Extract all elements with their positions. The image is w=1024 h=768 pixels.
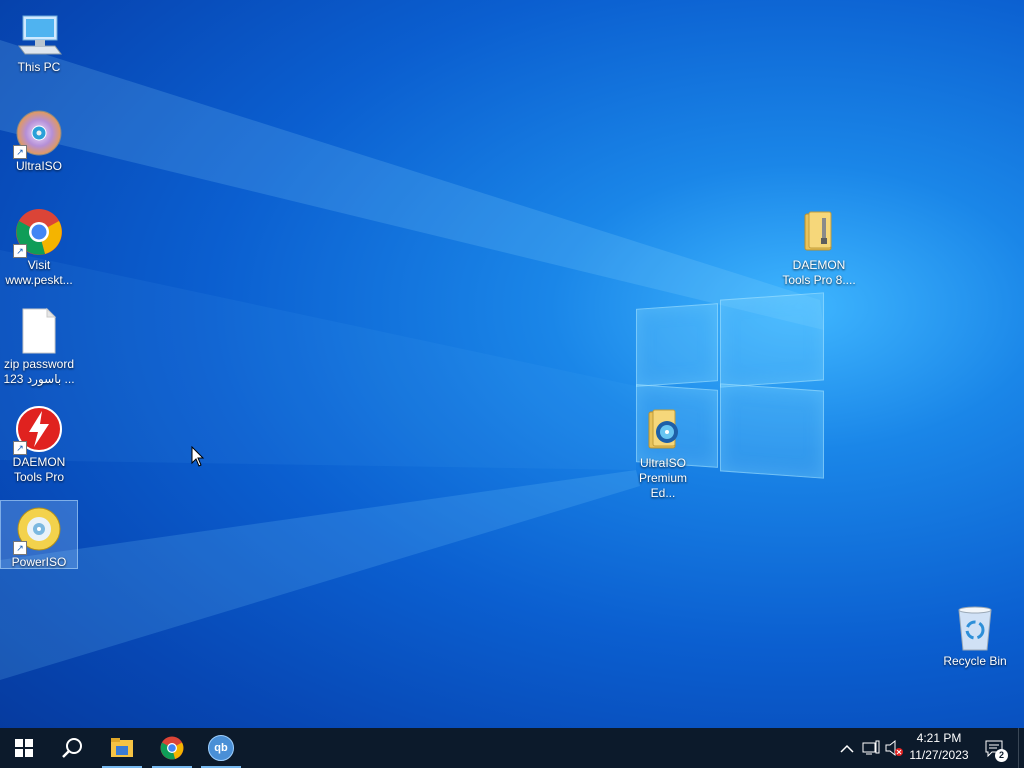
show-desktop-button[interactable]	[1018, 728, 1024, 768]
search-button[interactable]	[48, 728, 96, 768]
text-file-icon	[15, 307, 63, 355]
chrome-icon: ↗	[13, 208, 63, 258]
chevron-up-icon	[840, 744, 854, 753]
notification-count-badge: 2	[995, 749, 1008, 762]
search-icon	[62, 738, 82, 758]
desktop-icon-daemon-folder[interactable]: DAEMON Tools Pro 8....	[781, 202, 857, 288]
desktop-icon-zip-password[interactable]: zip password 123 باسورد ...	[1, 301, 77, 387]
network-tray-icon[interactable]	[861, 738, 881, 758]
recycle-bin-icon	[951, 604, 999, 652]
speaker-muted-icon	[885, 739, 903, 757]
clock-date: 11/27/2023	[909, 748, 969, 762]
mouse-cursor-icon	[191, 446, 205, 467]
ultraiso-folder-icon	[639, 406, 687, 454]
clock-time: 4:21 PM	[916, 731, 962, 745]
desktop-icon-this-pc[interactable]: This PC	[1, 4, 77, 75]
taskbar-chrome[interactable]	[148, 728, 196, 768]
show-hidden-icons-button[interactable]	[837, 738, 857, 758]
start-button[interactable]	[0, 728, 48, 768]
folder-icon	[111, 738, 133, 757]
computer-icon	[15, 10, 63, 58]
taskbar-clock[interactable]: 4:21 PM 11/27/2023	[902, 730, 976, 766]
chrome-icon	[160, 736, 184, 760]
desktop-icon-poweriso[interactable]: ↗ PowerISO	[0, 500, 78, 569]
network-icon	[862, 740, 880, 755]
desktop-icon-daemon-tools[interactable]: ↗ DAEMON Tools Pro	[1, 399, 77, 485]
desktop-icon-chrome-link[interactable]: ↗ Visit www.peskt...	[1, 202, 77, 288]
disc-icon: ↗	[13, 109, 63, 159]
poweriso-disc-icon: ↗	[13, 505, 63, 555]
desktop-icon-recycle-bin[interactable]: Recycle Bin	[937, 598, 1013, 669]
desktop-icon-ultraiso[interactable]: ↗ UltraISO	[1, 103, 77, 174]
volume-tray-icon[interactable]	[884, 738, 904, 758]
qbittorrent-icon: qb	[208, 735, 234, 761]
desktop: This PC ↗ UltraISO ↗ Visit www.peskt... …	[0, 0, 1024, 728]
taskbar-qbittorrent[interactable]: qb	[197, 728, 245, 768]
taskbar: qb 4:21 PM 11/27/2023 2	[0, 728, 1024, 768]
taskbar-file-explorer[interactable]	[98, 728, 146, 768]
action-center-button[interactable]: 2	[982, 738, 1008, 762]
desktop-icon-ultraiso-folder[interactable]: UltraISO Premium Ed...	[625, 400, 701, 501]
daemon-lightning-icon: ↗	[13, 405, 63, 455]
windows-logo-icon	[15, 739, 33, 757]
zip-folder-icon	[795, 208, 843, 256]
